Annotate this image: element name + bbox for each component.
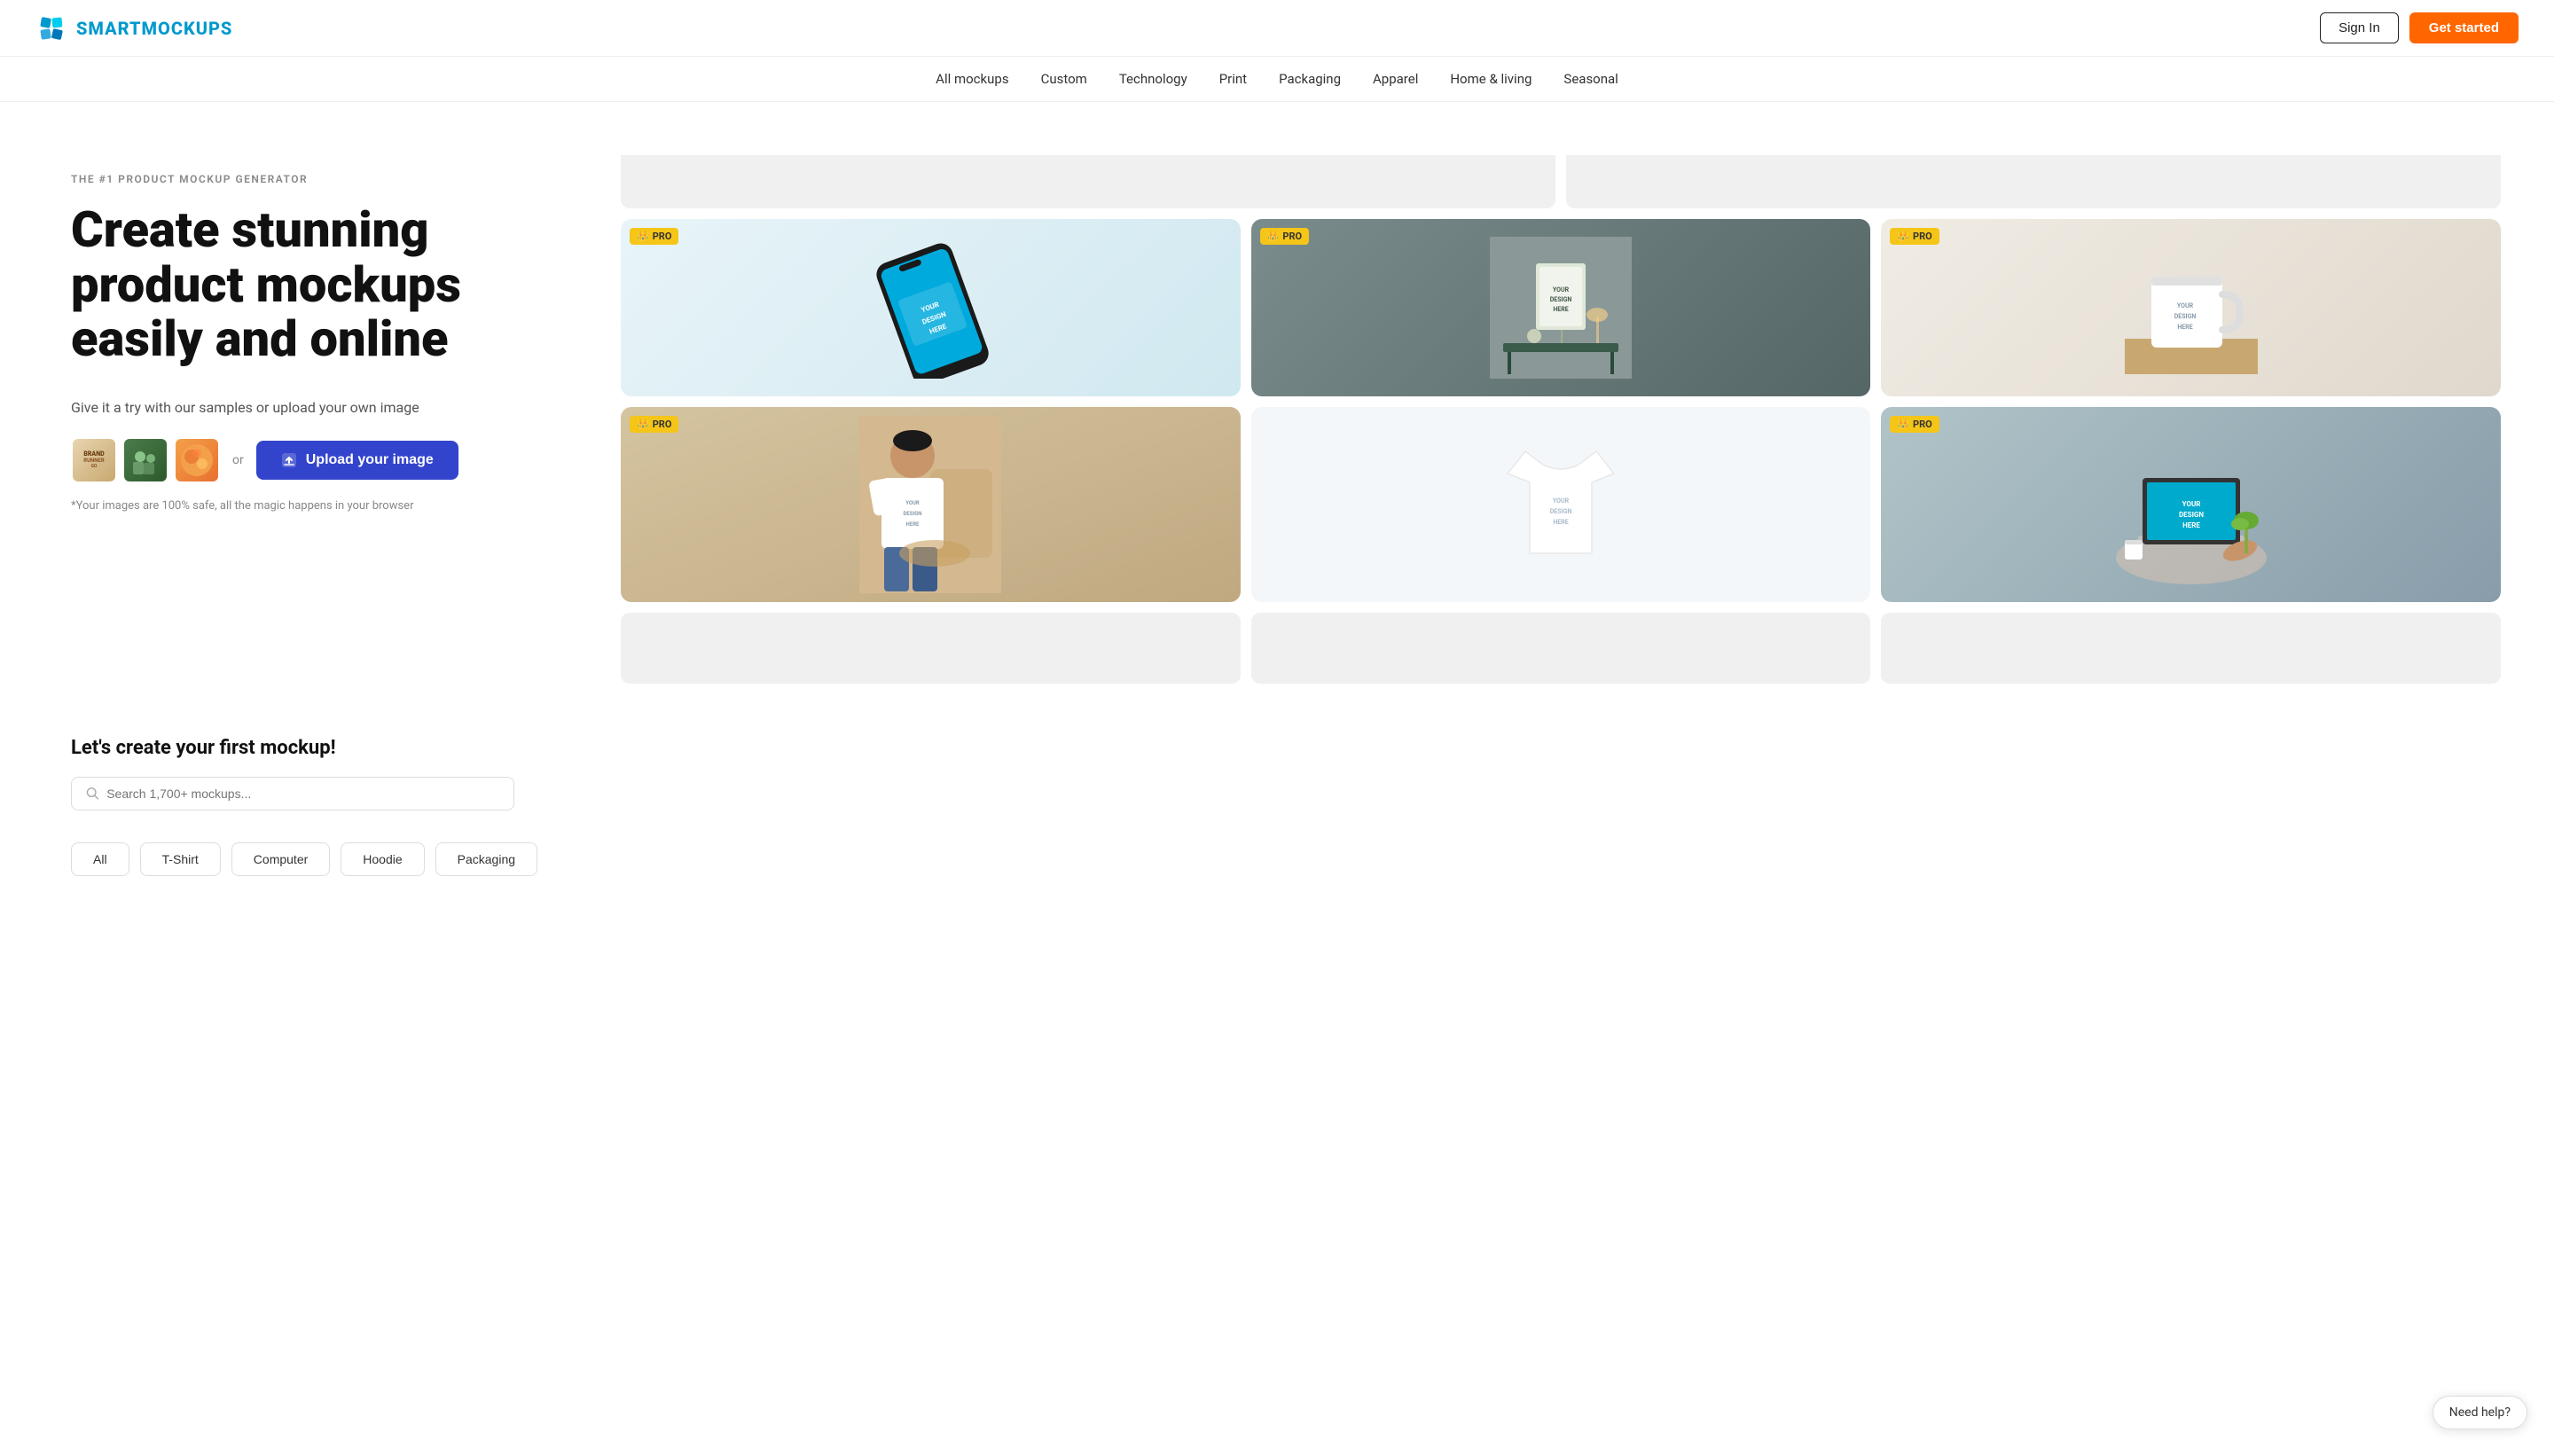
nav-technology[interactable]: Technology [1119,71,1187,87]
logo[interactable]: SMARTMOCKUPS [35,12,232,44]
sample-thumb-2[interactable] [122,437,168,483]
pro-badge-phone: 👑 PRO [630,228,678,245]
partial-card-bottom-2 [1251,613,1871,684]
partial-card-1 [621,155,1555,208]
tshirt-mockup-svg: YOUR DESIGN HERE [1490,416,1632,593]
category-hoodie[interactable]: Hoodie [341,842,424,876]
header: SMARTMOCKUPS Sign In Get started [0,0,2554,57]
svg-text:YOUR: YOUR [2182,500,2200,508]
svg-text:HERE: HERE [906,521,920,528]
need-help-button[interactable]: Need help? [2433,1396,2527,1429]
svg-text:DESIGN: DESIGN [2174,313,2196,320]
search-input[interactable] [106,787,499,801]
main-section: THE #1 PRODUCT MOCKUP GENERATOR Create s… [0,102,2554,719]
nav-apparel[interactable]: Apparel [1373,71,1418,87]
pro-badge-person: 👑 PRO [630,416,678,433]
svg-text:HERE: HERE [2182,521,2200,529]
upload-button[interactable]: Upload your image [256,441,458,480]
sample-thumb-3[interactable] [174,437,220,483]
svg-text:DESIGN: DESIGN [1550,508,1572,515]
svg-text:HERE: HERE [2177,324,2192,331]
mockup-card-poster[interactable]: 👑 PRO [1251,219,1871,396]
poster-mockup-svg: YOUR DESIGN HERE [1490,237,1632,379]
svg-text:YOUR: YOUR [1553,286,1570,294]
svg-text:DESIGN: DESIGN [1550,296,1572,303]
mug-mockup-svg: YOUR DESIGN HERE [2125,241,2258,374]
search-icon [86,787,99,801]
partial-card-bottom-3 [1881,613,2501,684]
bottom-section: Let's create your first mockup! All T-Sh… [0,719,2554,912]
mockup-card-phone[interactable]: 👑 PRO YOUR DESIGN HERE [621,219,1241,396]
search-box[interactable] [71,777,514,810]
person-mockup-svg: YOUR DESIGN HERE [859,416,1001,593]
main-nav: All mockups Custom Technology Print Pack… [0,57,2554,102]
upload-row: BRAND RUNNER GO [71,437,585,483]
category-tshirt[interactable]: T-Shirt [140,842,221,876]
category-packaging[interactable]: Packaging [435,842,537,876]
mockup-row-3 [621,613,2501,684]
svg-text:DESIGN: DESIGN [2179,511,2204,519]
nav-all-mockups[interactable]: All mockups [936,71,1008,87]
sample-thumb-1[interactable]: BRAND RUNNER GO [71,437,117,483]
category-computer[interactable]: Computer [231,842,330,876]
svg-text:DESIGN: DESIGN [904,511,922,517]
svg-text:YOUR: YOUR [1553,497,1570,505]
or-text: or [232,453,244,467]
laptop-mockup-svg: YOUR DESIGN HERE [2116,416,2267,593]
partial-card-2 [1566,155,2501,208]
nav-packaging[interactable]: Packaging [1279,71,1341,87]
mockup-grid: 👑 PRO YOUR DESIGN HERE [621,155,2501,684]
logo-icon [35,12,67,44]
phone-mockup-svg: YOUR DESIGN HERE [868,237,992,379]
nav-seasonal[interactable]: Seasonal [1563,71,1618,87]
getstarted-button[interactable]: Get started [2409,12,2519,43]
mockup-row-2: 👑 PRO Y [621,407,2501,602]
sample-images: BRAND RUNNER GO [71,437,220,483]
mockup-card-mug[interactable]: 👑 PRO YOUR DESIGN HERE [1881,219,2501,396]
nav-custom[interactable]: Custom [1041,71,1087,87]
svg-text:YOUR: YOUR [906,500,921,506]
hero-title: Create stunning product mockups easily a… [71,203,585,367]
mockup-card-tshirt[interactable]: YOUR DESIGN HERE [1251,407,1871,602]
top-partial-row [621,155,2501,208]
svg-text:HERE: HERE [1553,519,1568,526]
nav-print[interactable]: Print [1219,71,1247,87]
svg-text:HERE: HERE [1553,306,1568,313]
hero-subtitle: Give it a try with our samples or upload… [71,399,585,416]
mockup-card-person[interactable]: 👑 PRO Y [621,407,1241,602]
svg-text:YOUR: YOUR [2177,302,2194,309]
partial-card-bottom-1 [621,613,1241,684]
category-all[interactable]: All [71,842,129,876]
header-actions: Sign In Get started [2320,12,2519,43]
logo-text: SMARTMOCKUPS [76,18,232,39]
category-row: All T-Shirt Computer Hoodie Packaging [71,842,2483,876]
hero-left: THE #1 PRODUCT MOCKUP GENERATOR Create s… [71,155,585,684]
hero-tagline: THE #1 PRODUCT MOCKUP GENERATOR [71,173,585,185]
pro-badge-mug: 👑 PRO [1890,228,1939,245]
pro-badge-poster: 👑 PRO [1260,228,1309,245]
mockup-card-laptop[interactable]: 👑 PRO YOUR DESIGN HERE [1881,407,2501,602]
upload-icon [281,452,297,468]
safety-note: *Your images are 100% safe, all the magi… [71,499,585,513]
first-mockup-title: Let's create your first mockup! [71,737,2483,759]
pro-badge-laptop: 👑 PRO [1890,416,1939,433]
mockup-row-1: 👑 PRO YOUR DESIGN HERE [621,219,2501,396]
signin-button[interactable]: Sign In [2320,12,2399,43]
nav-home-living[interactable]: Home & living [1450,71,1532,87]
